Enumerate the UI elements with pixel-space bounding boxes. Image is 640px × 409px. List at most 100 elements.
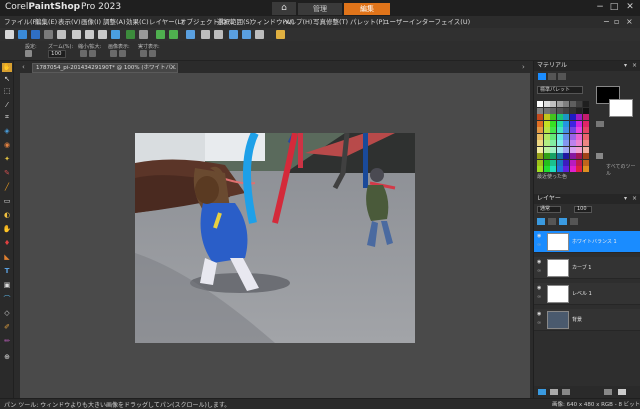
layer-row[interactable]: ◉ ∞ ホワイトバランス 1 [534, 231, 640, 253]
color-swatch[interactable] [582, 101, 589, 107]
color-swatch[interactable] [576, 140, 582, 146]
color-swatch[interactable] [550, 166, 556, 172]
color-swatch[interactable] [556, 153, 563, 159]
maximize-button[interactable]: □ [608, 2, 620, 13]
zoom-input[interactable]: 100 [48, 50, 66, 58]
color-swatch[interactable] [569, 127, 576, 133]
color-swatch[interactable] [563, 159, 569, 166]
color-swatch[interactable] [543, 107, 550, 114]
color-swatch[interactable] [543, 120, 550, 127]
color-swatch[interactable] [556, 101, 563, 107]
color-swatch[interactable] [556, 140, 563, 146]
document-image[interactable] [135, 133, 415, 343]
actual-size-icon[interactable] [140, 50, 147, 57]
tab-edit[interactable]: 編集 [344, 3, 390, 15]
close-button[interactable]: ✕ [624, 2, 636, 13]
color-swatch[interactable] [550, 133, 556, 140]
new-layer-icon[interactable] [537, 218, 545, 225]
menu-adjust[interactable]: 調整(A) [103, 17, 126, 27]
copy-icon[interactable] [85, 30, 94, 39]
color-swatch[interactable] [582, 120, 589, 127]
clone-tool-icon[interactable]: ✎ [2, 169, 12, 178]
color-swatch[interactable] [556, 146, 563, 153]
color-swatch[interactable] [563, 166, 569, 172]
color-swatch[interactable] [556, 120, 563, 127]
color-swatch[interactable] [576, 146, 582, 153]
color-swatch[interactable] [563, 114, 569, 120]
color-swatch[interactable] [537, 127, 543, 133]
color-swatch[interactable] [550, 153, 556, 159]
color-swatch[interactable] [543, 127, 550, 133]
link-icon[interactable]: ∞ [537, 321, 543, 326]
color-swatch[interactable] [563, 101, 569, 107]
menu-file[interactable]: ファイル(F) [4, 17, 39, 27]
print-icon[interactable] [57, 30, 66, 39]
color-swatch[interactable] [576, 127, 582, 133]
color-swatch[interactable] [576, 159, 582, 166]
brush-footer-icon[interactable] [550, 389, 558, 395]
layer-group-icon[interactable] [570, 218, 578, 225]
color-swatch[interactable] [550, 127, 556, 133]
straighten-tool-icon[interactable]: ◈ [2, 127, 12, 136]
zoom-out-small-icon[interactable] [80, 50, 87, 57]
smudge-tool-icon[interactable]: ✋ [2, 225, 12, 234]
color-swatch[interactable] [550, 159, 556, 166]
color-swatch[interactable] [537, 153, 543, 159]
crop-icon[interactable] [126, 30, 135, 39]
layer-style-icon[interactable] [559, 218, 567, 225]
menu-help[interactable]: ヘルプ(H) [283, 17, 312, 27]
change-color-tool-icon[interactable]: ♦ [2, 239, 12, 248]
color-swatch[interactable] [569, 120, 576, 127]
presets-icon[interactable] [25, 50, 32, 57]
menu-image[interactable]: 画像(I) [81, 17, 101, 27]
color-swatch[interactable] [563, 133, 569, 140]
doc-minimize-icon[interactable]: − [603, 17, 610, 27]
color-swatch[interactable] [556, 107, 563, 114]
makeover-tool-icon[interactable]: ✦ [2, 155, 12, 164]
color-swatch[interactable] [576, 133, 582, 140]
paste-new-icon[interactable] [111, 30, 120, 39]
pen-tool-icon[interactable]: ⌒ [2, 295, 12, 304]
link-icon[interactable]: ∞ [537, 269, 543, 274]
visibility-eye-icon[interactable]: ◉ [537, 234, 543, 239]
lock-footer-icon[interactable] [604, 389, 612, 395]
selection-tool-icon[interactable]: ⬚ [2, 87, 12, 96]
paste-icon[interactable] [98, 30, 107, 39]
tab-scroll-right-icon[interactable]: › [522, 63, 525, 71]
color-swatch[interactable] [556, 166, 563, 172]
color-swatch[interactable] [569, 101, 576, 107]
document-tab[interactable]: 1787054_pi-20143429190T* @ 100% (ホワイトバ..… [32, 63, 178, 73]
color-swatch[interactable] [563, 153, 569, 159]
color-swatch[interactable] [576, 120, 582, 127]
color-swatch[interactable] [537, 166, 543, 172]
color-swatch[interactable] [582, 133, 589, 140]
color-swatch[interactable] [576, 114, 582, 120]
save-as-icon[interactable] [44, 30, 53, 39]
palette-tab-icon[interactable] [558, 73, 566, 80]
color-swatch[interactable] [569, 146, 576, 153]
dropper-tool-icon[interactable]: ⁄ [2, 101, 12, 110]
grid-icon[interactable] [255, 30, 264, 39]
delete-layer-icon[interactable] [618, 389, 626, 395]
tab-scroll-left-icon[interactable]: ‹ [22, 63, 25, 71]
minimize-button[interactable]: − [594, 2, 606, 13]
dodge-tool-icon[interactable]: ◐ [2, 211, 12, 220]
menu-effects[interactable]: 効果(C) [126, 17, 149, 27]
menu-layers[interactable]: レイヤー(L) [149, 17, 184, 27]
oil-brush-icon[interactable]: ✏ [2, 337, 12, 346]
color-swatch[interactable] [543, 166, 550, 172]
color-swatch[interactable] [576, 166, 582, 172]
texture-icon[interactable] [596, 153, 603, 159]
palette-select[interactable]: 標準パレット [537, 86, 583, 94]
new-icon[interactable] [5, 30, 14, 39]
undo-icon[interactable] [156, 30, 165, 39]
open-icon[interactable] [18, 30, 27, 39]
color-swatch[interactable] [563, 146, 569, 153]
color-swatch[interactable] [543, 114, 550, 120]
color-swatch[interactable] [537, 146, 543, 153]
swatches-tab-icon[interactable] [538, 73, 546, 80]
zoom-in-icon[interactable] [229, 30, 238, 39]
color-swatch[interactable] [543, 153, 550, 159]
color-swatch[interactable] [556, 127, 563, 133]
color-swatch[interactable] [543, 146, 550, 153]
